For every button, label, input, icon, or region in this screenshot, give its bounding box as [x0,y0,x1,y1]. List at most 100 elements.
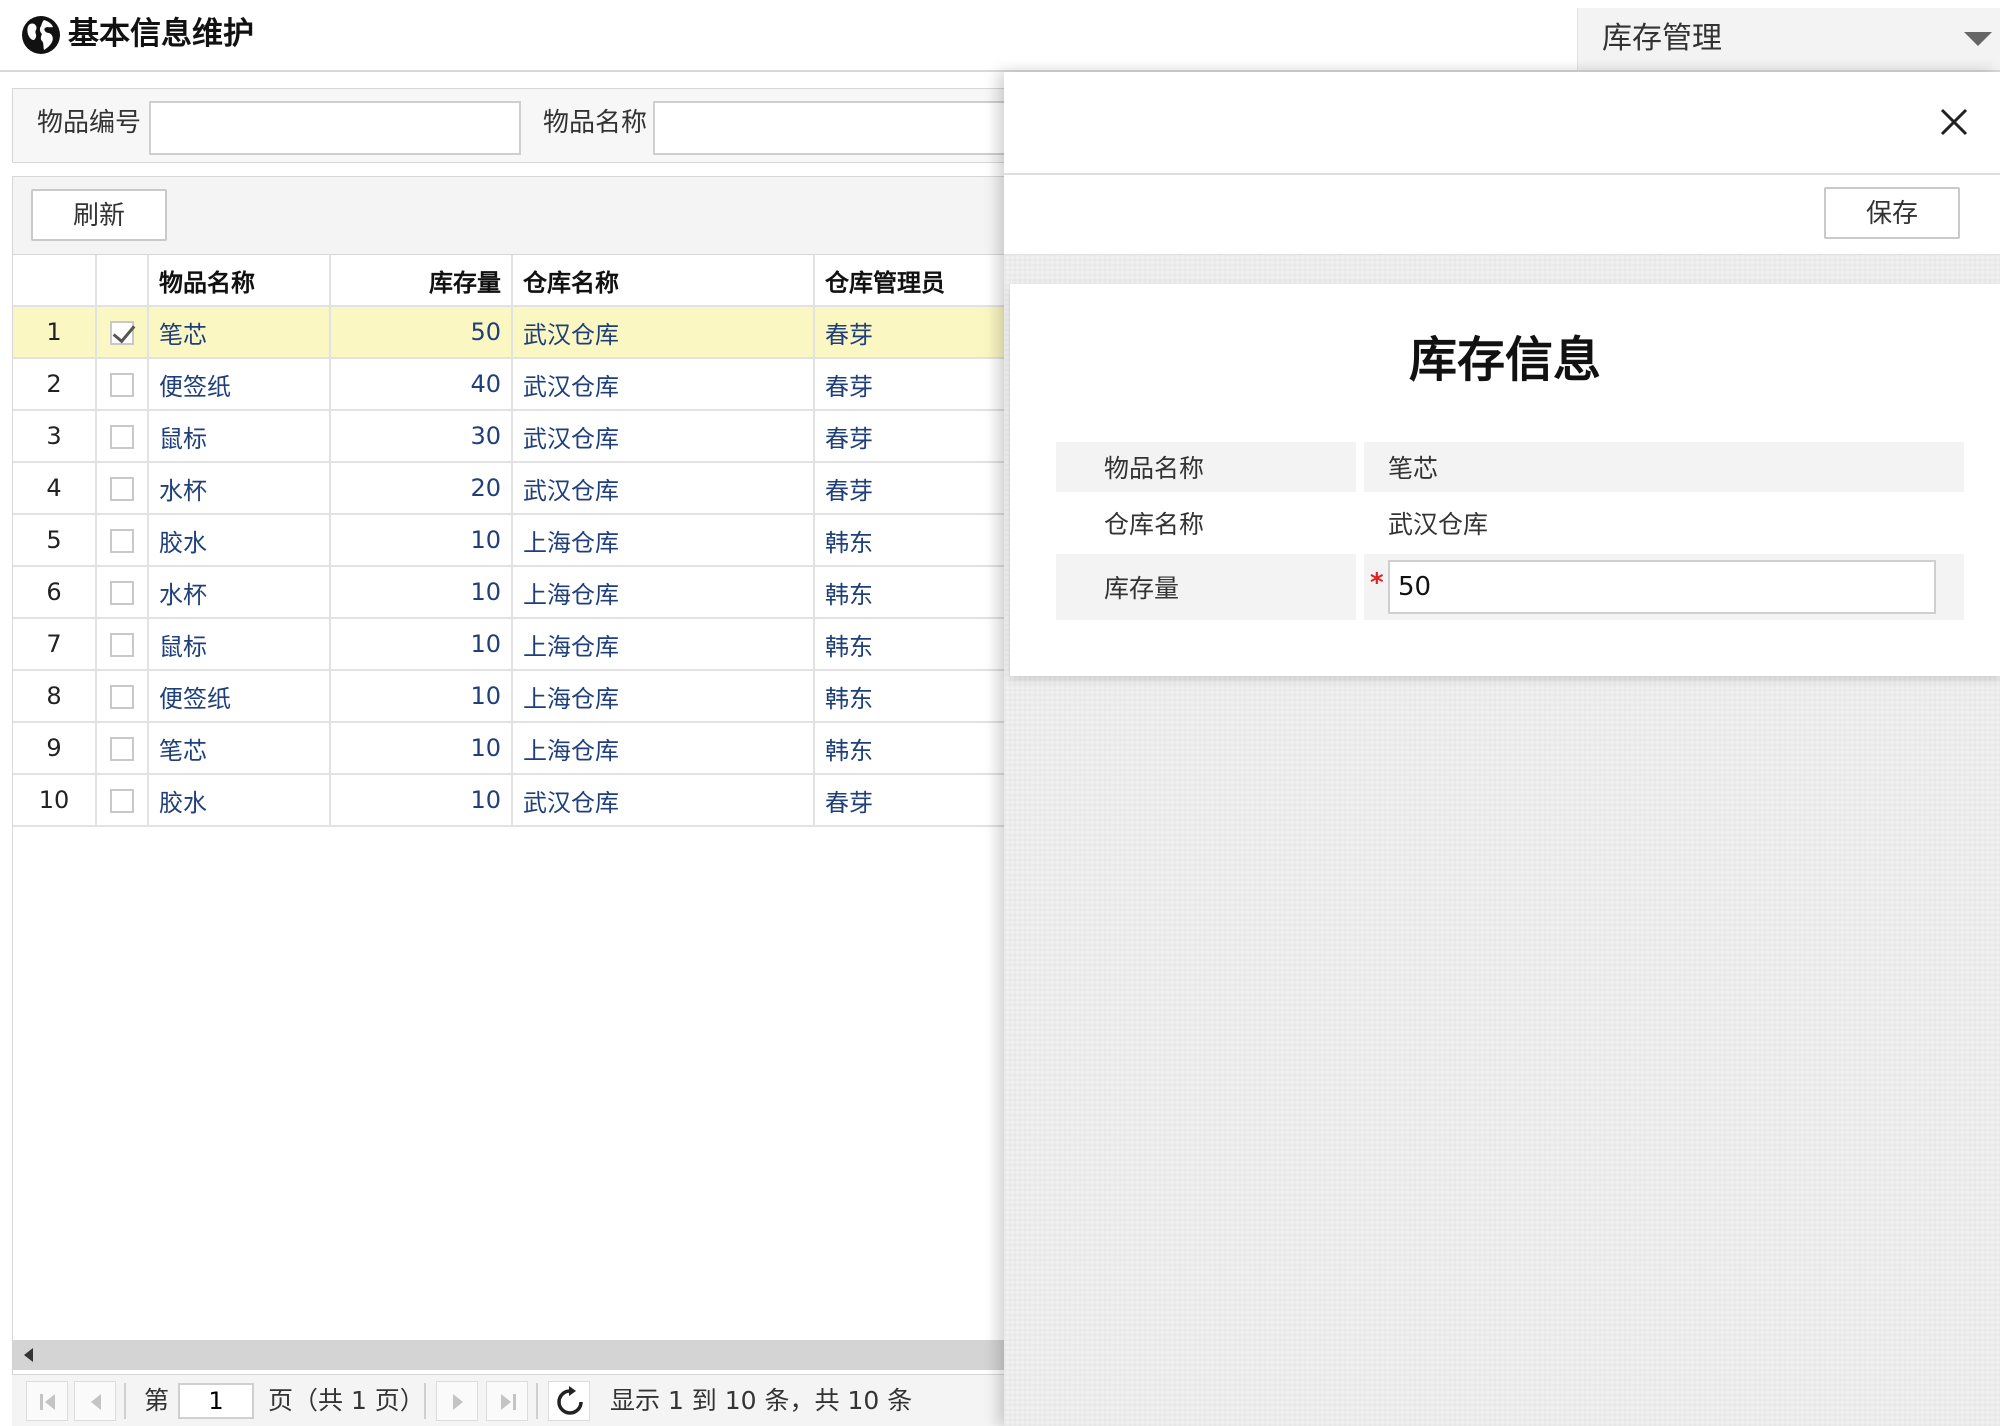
column-header-quantity[interactable]: 库存量 [330,255,513,307]
cell-item-name[interactable]: 胶水 [148,774,331,827]
row-checkbox[interactable] [110,581,134,605]
row-number: 10 [13,774,97,827]
cell-item-name[interactable]: 鼠标 [148,618,331,671]
page-number-input[interactable] [178,1383,254,1419]
reload-icon[interactable] [548,1381,590,1421]
checkbox-header [96,255,149,307]
quantity-input[interactable] [1388,560,1936,614]
table-row[interactable]: 8 便签纸 10 上海仓库 韩东 [13,670,1014,723]
scroll-left-icon[interactable] [24,1348,33,1362]
item-code-label: 物品编号 [37,108,142,138]
cell-manager[interactable]: 韩东 [814,566,1014,619]
cell-warehouse[interactable]: 武汉仓库 [512,358,815,411]
table-row[interactable]: 4 水杯 20 武汉仓库 春芽 [13,462,1014,515]
cell-quantity[interactable]: 10 [330,618,513,671]
cell-manager[interactable]: 春芽 [814,358,1014,411]
row-checkbox-cell[interactable] [96,670,149,723]
table-row[interactable]: 3 鼠标 30 武汉仓库 春芽 [13,410,1014,463]
previous-page-icon[interactable] [74,1381,116,1421]
row-checkbox-cell[interactable] [96,514,149,567]
row-checkbox[interactable] [110,685,134,709]
row-checkbox-cell[interactable] [96,722,149,775]
table-row[interactable]: 5 胶水 10 上海仓库 韩东 [13,514,1014,567]
column-header-warehouse[interactable]: 仓库名称 [512,255,815,307]
table-row[interactable]: 7 鼠标 10 上海仓库 韩东 [13,618,1014,671]
top-header: 基本信息维护 库存管理 [0,0,2000,72]
item-name-search-input[interactable] [653,101,1013,155]
save-button[interactable]: 保存 [1824,187,1960,239]
cell-quantity[interactable]: 10 [330,566,513,619]
cell-manager[interactable]: 春芽 [814,462,1014,515]
row-checkbox-cell[interactable] [96,462,149,515]
table-row[interactable]: 1 笔芯 50 武汉仓库 春芽 [13,306,1014,359]
row-checkbox[interactable] [110,321,134,345]
record-summary: 显示 1 到 10 条，共 10 条 [610,1386,913,1415]
table-row[interactable]: 2 便签纸 40 武汉仓库 春芽 [13,358,1014,411]
cell-item-name[interactable]: 笔芯 [148,722,331,775]
first-page-icon[interactable] [26,1381,68,1421]
row-number: 3 [13,410,97,463]
cell-quantity[interactable]: 40 [330,358,513,411]
row-checkbox[interactable] [110,477,134,501]
row-checkbox-cell[interactable] [96,774,149,827]
row-number: 7 [13,618,97,671]
cell-warehouse[interactable]: 武汉仓库 [512,462,815,515]
cell-manager[interactable]: 韩东 [814,722,1014,775]
cell-item-name[interactable]: 鼠标 [148,410,331,463]
form-label-quantity: 库存量 [1056,554,1356,620]
row-checkbox-cell[interactable] [96,358,149,411]
column-header-manager[interactable]: 仓库管理员 [814,255,1014,307]
cell-warehouse[interactable]: 上海仓库 [512,566,815,619]
cell-item-name[interactable]: 胶水 [148,514,331,567]
cell-quantity[interactable]: 30 [330,410,513,463]
horizontal-scrollbar[interactable] [12,1340,1012,1370]
cell-warehouse[interactable]: 武汉仓库 [512,410,815,463]
cell-quantity[interactable]: 20 [330,462,513,515]
row-checkbox-cell[interactable] [96,306,149,359]
cell-warehouse[interactable]: 武汉仓库 [512,306,815,359]
table-row[interactable]: 6 水杯 10 上海仓库 韩东 [13,566,1014,619]
cell-quantity[interactable]: 10 [330,514,513,567]
cell-warehouse[interactable]: 上海仓库 [512,722,815,775]
table-row[interactable]: 10 胶水 10 武汉仓库 春芽 [13,774,1014,827]
row-checkbox[interactable] [110,789,134,813]
item-code-input[interactable] [149,101,521,155]
table-row[interactable]: 9 笔芯 10 上海仓库 韩东 [13,722,1014,775]
row-checkbox-cell[interactable] [96,618,149,671]
last-page-icon[interactable] [486,1381,528,1421]
cell-quantity[interactable]: 10 [330,670,513,723]
row-checkbox-cell[interactable] [96,410,149,463]
row-checkbox[interactable] [110,737,134,761]
row-checkbox[interactable] [110,425,134,449]
cell-warehouse[interactable]: 武汉仓库 [512,774,815,827]
cell-quantity[interactable]: 10 [330,722,513,775]
close-icon[interactable] [1936,104,1972,140]
cell-warehouse[interactable]: 上海仓库 [512,514,815,567]
search-bar: 物品编号 物品名称 [12,88,1013,163]
cell-quantity[interactable]: 50 [330,306,513,359]
row-checkbox-cell[interactable] [96,566,149,619]
refresh-button[interactable]: 刷新 [31,189,167,241]
row-checkbox[interactable] [110,633,134,657]
cell-warehouse[interactable]: 上海仓库 [512,670,815,723]
column-header-item-name[interactable]: 物品名称 [148,255,331,307]
cell-manager[interactable]: 春芽 [814,410,1014,463]
module-dropdown[interactable]: 库存管理 [1577,8,2000,70]
cell-item-name[interactable]: 水杯 [148,462,331,515]
cell-manager[interactable]: 春芽 [814,774,1014,827]
cell-item-name[interactable]: 便签纸 [148,670,331,723]
cell-item-name[interactable]: 水杯 [148,566,331,619]
row-checkbox[interactable] [110,373,134,397]
drawer-toolbar: 保存 [1004,175,2000,255]
cell-manager[interactable]: 韩东 [814,618,1014,671]
cell-quantity[interactable]: 10 [330,774,513,827]
pager: 第 页（共 1 页） 显示 1 到 10 条，共 10 条 [12,1374,1012,1426]
cell-item-name[interactable]: 便签纸 [148,358,331,411]
cell-manager[interactable]: 韩东 [814,514,1014,567]
cell-manager[interactable]: 韩东 [814,670,1014,723]
cell-warehouse[interactable]: 上海仓库 [512,618,815,671]
cell-item-name[interactable]: 笔芯 [148,306,331,359]
next-page-icon[interactable] [436,1381,478,1421]
row-checkbox[interactable] [110,529,134,553]
cell-manager[interactable]: 春芽 [814,306,1014,359]
